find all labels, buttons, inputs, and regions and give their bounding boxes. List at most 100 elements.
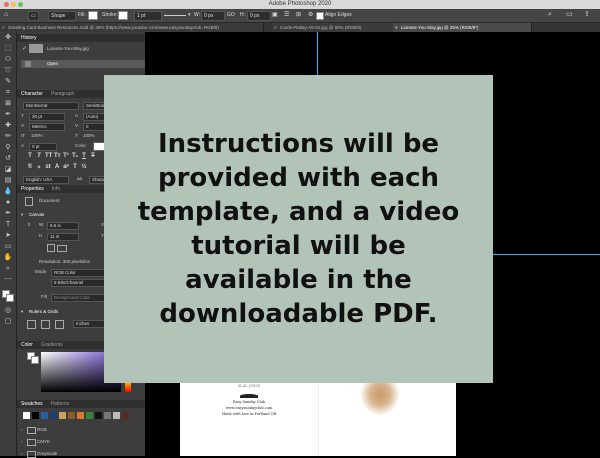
font-family-select[interactable]: Montserrat [23, 102, 79, 110]
more-tools-icon[interactable]: ⋯ [3, 276, 13, 284]
link-dimensions[interactable]: GO [227, 11, 235, 19]
tab-info[interactable]: Info [48, 186, 64, 192]
superscript-button[interactable]: T¹ [63, 153, 69, 160]
ruler-units-select[interactable]: Inches [73, 320, 107, 328]
old-style-button[interactable]: ℴ [36, 164, 42, 171]
ruler-icon[interactable] [27, 320, 36, 329]
color-swatch[interactable] [41, 412, 48, 419]
tab-character[interactable]: Character [17, 91, 47, 97]
tab-swatches[interactable]: Swatches [17, 401, 47, 407]
stroke-type-chevron-icon[interactable]: ▾ [188, 11, 191, 19]
color-swatch[interactable] [86, 412, 93, 419]
horizontal-scale-field[interactable]: 100% [83, 133, 95, 139]
vertical-scale-field[interactable]: 100% [31, 133, 43, 139]
tab-close-icon[interactable]: × [274, 23, 277, 32]
history-brush-tool-icon[interactable]: ↺ [3, 155, 13, 163]
blur-tool-icon[interactable]: 💧 [3, 188, 13, 196]
bits-select[interactable]: 8 Bits/Channel [51, 279, 107, 287]
lasso-tool-icon[interactable]: ➰ [3, 67, 13, 75]
shape-mode-select[interactable]: Shape [48, 11, 76, 21]
background-color-swatch[interactable] [6, 294, 14, 302]
tab-greeting-card[interactable]: × Greeting Card Business Resources.indd … [0, 23, 264, 32]
marquee-tool-icon[interactable]: ⬭ [3, 56, 13, 64]
workspace-icon[interactable]: ▭ [566, 11, 573, 19]
tab-history[interactable]: History [17, 35, 41, 41]
frame-tool-icon[interactable]: ⊠ [3, 100, 13, 108]
fractions-button[interactable]: ½ [81, 164, 87, 171]
path-operations-icon[interactable]: ▣ [272, 11, 278, 19]
color-swatch[interactable] [68, 412, 75, 419]
titling-button[interactable]: aᵃ [63, 164, 69, 171]
clone-stamp-tool-icon[interactable]: ⚲ [3, 144, 13, 152]
tab-patterns[interactable]: Patterns [47, 401, 74, 407]
faux-bold-button[interactable]: T [27, 153, 33, 160]
tab-properties[interactable]: Properties [17, 186, 48, 192]
strikethrough-button[interactable]: T [90, 153, 96, 160]
artboard-tool-icon[interactable]: ⬚ [3, 45, 13, 53]
stylistic-button[interactable]: A [54, 164, 60, 171]
rectangle-tool-icon[interactable]: ▭ [3, 243, 13, 251]
color-swatch[interactable] [122, 412, 129, 419]
fill-swatch[interactable] [88, 11, 98, 20]
history-snapshot-name[interactable]: Lioness-You-Slay.jpg [47, 46, 89, 52]
color-background-swatch[interactable] [31, 356, 39, 364]
color-swatch[interactable] [113, 412, 120, 419]
stroke-swatch[interactable] [118, 11, 128, 20]
crop-tool-icon[interactable]: ⌗ [3, 89, 13, 97]
home-icon[interactable]: ⌂ [4, 11, 8, 19]
baseline-shift-field[interactable]: 0 pt [29, 143, 57, 151]
quick-select-tool-icon[interactable]: ✎ [3, 78, 13, 86]
color-swatch[interactable] [23, 412, 30, 419]
tab-gradients[interactable]: Gradients [37, 342, 67, 348]
quick-mask-icon[interactable]: ◎ [3, 307, 13, 315]
search-icon[interactable]: ⌕ [548, 11, 552, 19]
eyedropper-tool-icon[interactable]: ✒ [3, 111, 13, 119]
h-field[interactable]: 0 px [247, 11, 271, 21]
close-window-icon[interactable] [4, 2, 9, 7]
path-selection-tool-icon[interactable]: ➤ [3, 232, 13, 240]
color-swatch[interactable] [32, 412, 39, 419]
hand-tool-icon[interactable]: ✋ [3, 254, 13, 262]
swatch-group-cmyk[interactable]: › CMYK [21, 438, 141, 446]
align-edges-checkbox[interactable] [316, 12, 324, 20]
path-arrange-icon[interactable]: ⊞ [296, 11, 301, 19]
font-size-field[interactable]: 30 pt [29, 113, 65, 121]
eraser-tool-icon[interactable]: ◪ [3, 166, 13, 174]
kerning-field[interactable]: Metrics [29, 123, 65, 131]
share-icon[interactable]: ⇪ [584, 11, 590, 19]
stroke-type-line[interactable] [164, 15, 186, 16]
history-state-row[interactable]: Open [21, 60, 145, 68]
brush-tool-icon[interactable]: ✏ [3, 133, 13, 141]
healing-brush-tool-icon[interactable]: ✚ [3, 122, 13, 130]
underline-button[interactable]: T [81, 153, 87, 160]
swash-button[interactable]: st [45, 164, 51, 171]
w-field[interactable]: 0 px [201, 11, 225, 21]
color-swatch[interactable] [104, 412, 111, 419]
tab-cards-flatlay[interactable]: × Cards-Flatlay-A6-01.jpg @ 50% (RGB/8) [272, 23, 401, 32]
color-swatch[interactable] [50, 412, 57, 419]
landscape-orientation-icon[interactable] [57, 245, 67, 252]
tool-preset-picker[interactable]: ▭ [28, 11, 39, 21]
canvas-orientation-icon[interactable]: ⇕ [27, 222, 31, 228]
mode-select[interactable]: RGB Color [51, 269, 107, 277]
ligatures-button[interactable]: fi [27, 164, 33, 171]
small-caps-button[interactable]: Tт [54, 153, 61, 160]
history-snapshot-icon[interactable]: ✓ [22, 45, 27, 52]
ordinals-button[interactable]: T [72, 164, 78, 171]
color-swatch[interactable] [59, 412, 66, 419]
guides-icon[interactable] [55, 320, 64, 329]
language-select[interactable]: English: USA [23, 176, 69, 184]
pen-tool-icon[interactable]: ✒ [3, 210, 13, 218]
swatch-group-grayscale[interactable]: › Grayscale [21, 450, 141, 458]
canvas-height-field[interactable]: 11 in [47, 233, 79, 241]
grid-icon[interactable] [41, 320, 50, 329]
canvas-chevron-icon[interactable]: ▾ [21, 212, 23, 218]
canvas-width-field[interactable]: 6.5 in [47, 222, 79, 230]
move-tool-icon[interactable]: ✥ [3, 34, 13, 42]
tab-color[interactable]: Color [17, 342, 37, 348]
gradient-tool-icon[interactable]: ▤ [3, 177, 13, 185]
zoom-window-icon[interactable] [18, 2, 23, 7]
minimize-window-icon[interactable] [11, 2, 16, 7]
color-swatch[interactable] [77, 412, 84, 419]
zoom-tool-icon[interactable]: ⌕ [3, 265, 13, 273]
